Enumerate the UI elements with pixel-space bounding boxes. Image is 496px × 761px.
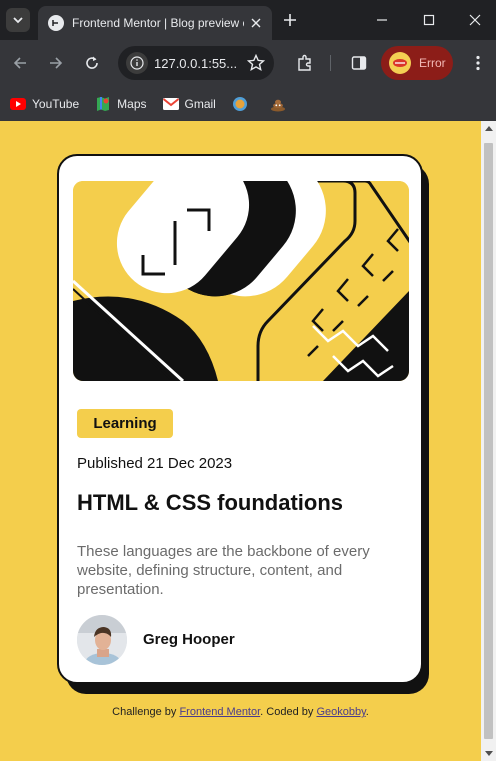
minimize-icon bbox=[377, 19, 387, 21]
minimize-button[interactable] bbox=[370, 8, 394, 32]
arrow-right-icon bbox=[50, 57, 63, 69]
forward-button[interactable] bbox=[44, 51, 68, 75]
page-scrollbar[interactable] bbox=[481, 121, 496, 761]
active-tab[interactable]: Frontend Mentor | Blog preview card bbox=[38, 6, 272, 40]
profile-avatar-icon bbox=[389, 52, 411, 74]
bookmark-youtube[interactable]: YouTube bbox=[10, 96, 79, 112]
url-text: 127.0.0.1:55... bbox=[154, 55, 238, 71]
author-name: Greg Hooper bbox=[143, 631, 235, 648]
close-icon bbox=[469, 14, 481, 26]
arrow-left-icon bbox=[13, 57, 26, 69]
frontend-mentor-link[interactable]: Frontend Mentor bbox=[179, 706, 260, 718]
coder-link[interactable]: Geokobby bbox=[316, 706, 365, 718]
bookmark-maps[interactable]: Maps bbox=[95, 96, 147, 112]
chevron-down-icon bbox=[13, 17, 23, 24]
browser-toolbar: 127.0.0.1:55... Error bbox=[0, 40, 496, 86]
reload-icon bbox=[86, 56, 98, 69]
poop-icon bbox=[270, 96, 286, 112]
bookmark-extra-1[interactable] bbox=[232, 96, 254, 112]
close-window-button[interactable] bbox=[463, 8, 487, 32]
blog-preview-card[interactable]: Learning Published 21 Dec 2023 HTML & CS… bbox=[57, 154, 423, 684]
card-title-link[interactable]: HTML & CSS foundations bbox=[77, 490, 343, 516]
profile-error-label: Error bbox=[419, 56, 446, 70]
extensions-icon[interactable] bbox=[293, 51, 317, 75]
bookmark-label: Gmail bbox=[184, 96, 216, 111]
scrollbar-thumb[interactable] bbox=[484, 143, 493, 739]
bookmark-gmail[interactable]: Gmail bbox=[162, 96, 216, 112]
browser-tab-strip: Frontend Mentor | Blog preview card bbox=[0, 0, 496, 40]
browser-menu-icon[interactable] bbox=[466, 51, 490, 75]
toolbar-divider bbox=[330, 55, 331, 71]
frontend-mentor-favicon-icon bbox=[48, 15, 64, 31]
side-panel-icon[interactable] bbox=[347, 51, 371, 75]
author-avatar bbox=[77, 615, 127, 665]
bookmark-label: Maps bbox=[117, 96, 147, 111]
card-description: These languages are the backbone of ever… bbox=[77, 543, 370, 598]
back-button[interactable] bbox=[8, 51, 32, 75]
reload-button[interactable] bbox=[80, 51, 104, 75]
close-tab-icon[interactable] bbox=[248, 15, 264, 31]
gmail-icon bbox=[162, 96, 179, 112]
plus-icon bbox=[284, 14, 296, 26]
bookmark-label: YouTube bbox=[32, 96, 80, 111]
attribution: Challenge by Frontend Mentor. Coded by G… bbox=[0, 706, 481, 718]
new-tab-button[interactable] bbox=[280, 10, 300, 30]
scroll-down-arrow-icon[interactable] bbox=[485, 751, 493, 756]
maximize-button[interactable] bbox=[417, 8, 441, 32]
youtube-icon bbox=[10, 96, 26, 112]
bookmark-extra-2[interactable] bbox=[270, 96, 292, 112]
site-info-icon[interactable] bbox=[126, 52, 148, 74]
cookie-icon bbox=[232, 96, 248, 112]
maximize-icon bbox=[423, 14, 435, 26]
attribution-suffix: . bbox=[365, 706, 369, 718]
maps-icon bbox=[95, 96, 111, 112]
card-illustration bbox=[73, 181, 409, 381]
bookmark-star-icon[interactable] bbox=[244, 51, 268, 75]
tab-title: Frontend Mentor | Blog preview card bbox=[72, 16, 244, 30]
tab-search-button[interactable] bbox=[6, 8, 30, 32]
scroll-up-arrow-icon[interactable] bbox=[485, 126, 493, 131]
published-date: Published 21 Dec 2023 bbox=[77, 455, 233, 472]
page-viewport: Learning Published 21 Dec 2023 HTML & CS… bbox=[0, 121, 481, 761]
attribution-middle: . Coded by bbox=[260, 706, 317, 718]
profile-error-button[interactable]: Error bbox=[381, 46, 453, 80]
category-tag: Learning bbox=[77, 409, 173, 438]
blog-illustration-image bbox=[73, 181, 409, 381]
attribution-prefix: Challenge by bbox=[112, 706, 180, 718]
bookmarks-bar: YouTube Maps Gmail bbox=[0, 86, 496, 121]
